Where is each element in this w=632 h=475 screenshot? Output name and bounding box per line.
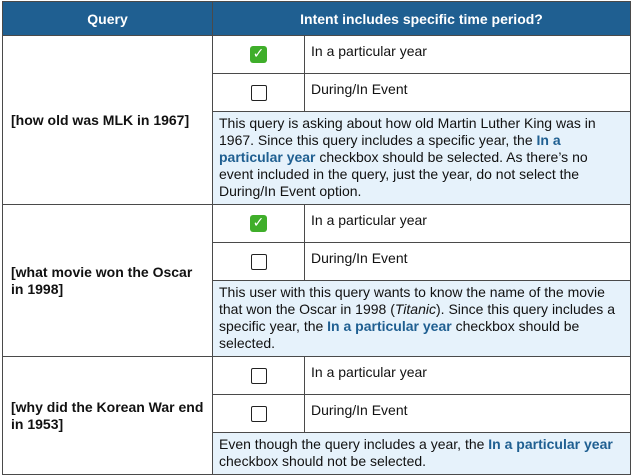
checkbox-cell[interactable] bbox=[212, 394, 305, 433]
explanation-cell: This query is asking about how old Marti… bbox=[212, 111, 631, 205]
checkbox-cell[interactable]: ✓ bbox=[212, 35, 305, 74]
query-cell: [why did the Korean War end in 1953] bbox=[2, 356, 213, 475]
explanation-text: Even though the query includes a year, t… bbox=[219, 436, 489, 452]
empty-checkbox-icon[interactable] bbox=[250, 406, 267, 423]
empty-checkbox-icon[interactable] bbox=[250, 368, 267, 385]
option-label: In a particular year bbox=[304, 35, 631, 74]
intent-column-header: Intent includes specific time period? bbox=[212, 1, 631, 36]
empty-checkbox-icon[interactable] bbox=[250, 254, 267, 271]
query-cell: [what movie won the Oscar in 1998] bbox=[2, 204, 213, 357]
table-row: [what movie won the Oscar in 1998] ✓ In … bbox=[2, 204, 631, 357]
green-checkmark-icon[interactable]: ✓ bbox=[250, 46, 267, 64]
option-label: During/In Event bbox=[304, 394, 631, 433]
intent-table: Query Intent includes specific time peri… bbox=[2, 1, 631, 475]
checkbox-cell[interactable] bbox=[212, 73, 305, 112]
explanation-highlight: In a particular year bbox=[488, 436, 613, 452]
header-row: Query Intent includes specific time peri… bbox=[2, 1, 631, 36]
empty-checkbox-icon[interactable] bbox=[250, 85, 267, 102]
table-row: [why did the Korean War end in 1953] In … bbox=[2, 356, 631, 475]
option-label: In a particular year bbox=[304, 356, 631, 395]
explanation-highlight: In a particular year bbox=[327, 318, 452, 334]
table-row: [how old was MLK in 1967] ✓ In a particu… bbox=[2, 35, 631, 205]
explanation-text: checkbox should not be selected. bbox=[219, 453, 427, 469]
option-label: In a particular year bbox=[304, 204, 631, 243]
checkbox-cell[interactable] bbox=[212, 242, 305, 281]
query-column-header: Query bbox=[2, 1, 213, 36]
option-label: During/In Event bbox=[304, 242, 631, 281]
explanation-cell: Even though the query includes a year, t… bbox=[212, 432, 631, 475]
query-cell: [how old was MLK in 1967] bbox=[2, 35, 213, 205]
checkbox-cell[interactable]: ✓ bbox=[212, 204, 305, 243]
explanation-italic: Titanic bbox=[394, 301, 436, 317]
green-checkmark-icon[interactable]: ✓ bbox=[250, 215, 267, 233]
option-label: During/In Event bbox=[304, 73, 631, 112]
explanation-cell: This user with this query wants to know … bbox=[212, 280, 631, 357]
checkbox-cell[interactable] bbox=[212, 356, 305, 395]
